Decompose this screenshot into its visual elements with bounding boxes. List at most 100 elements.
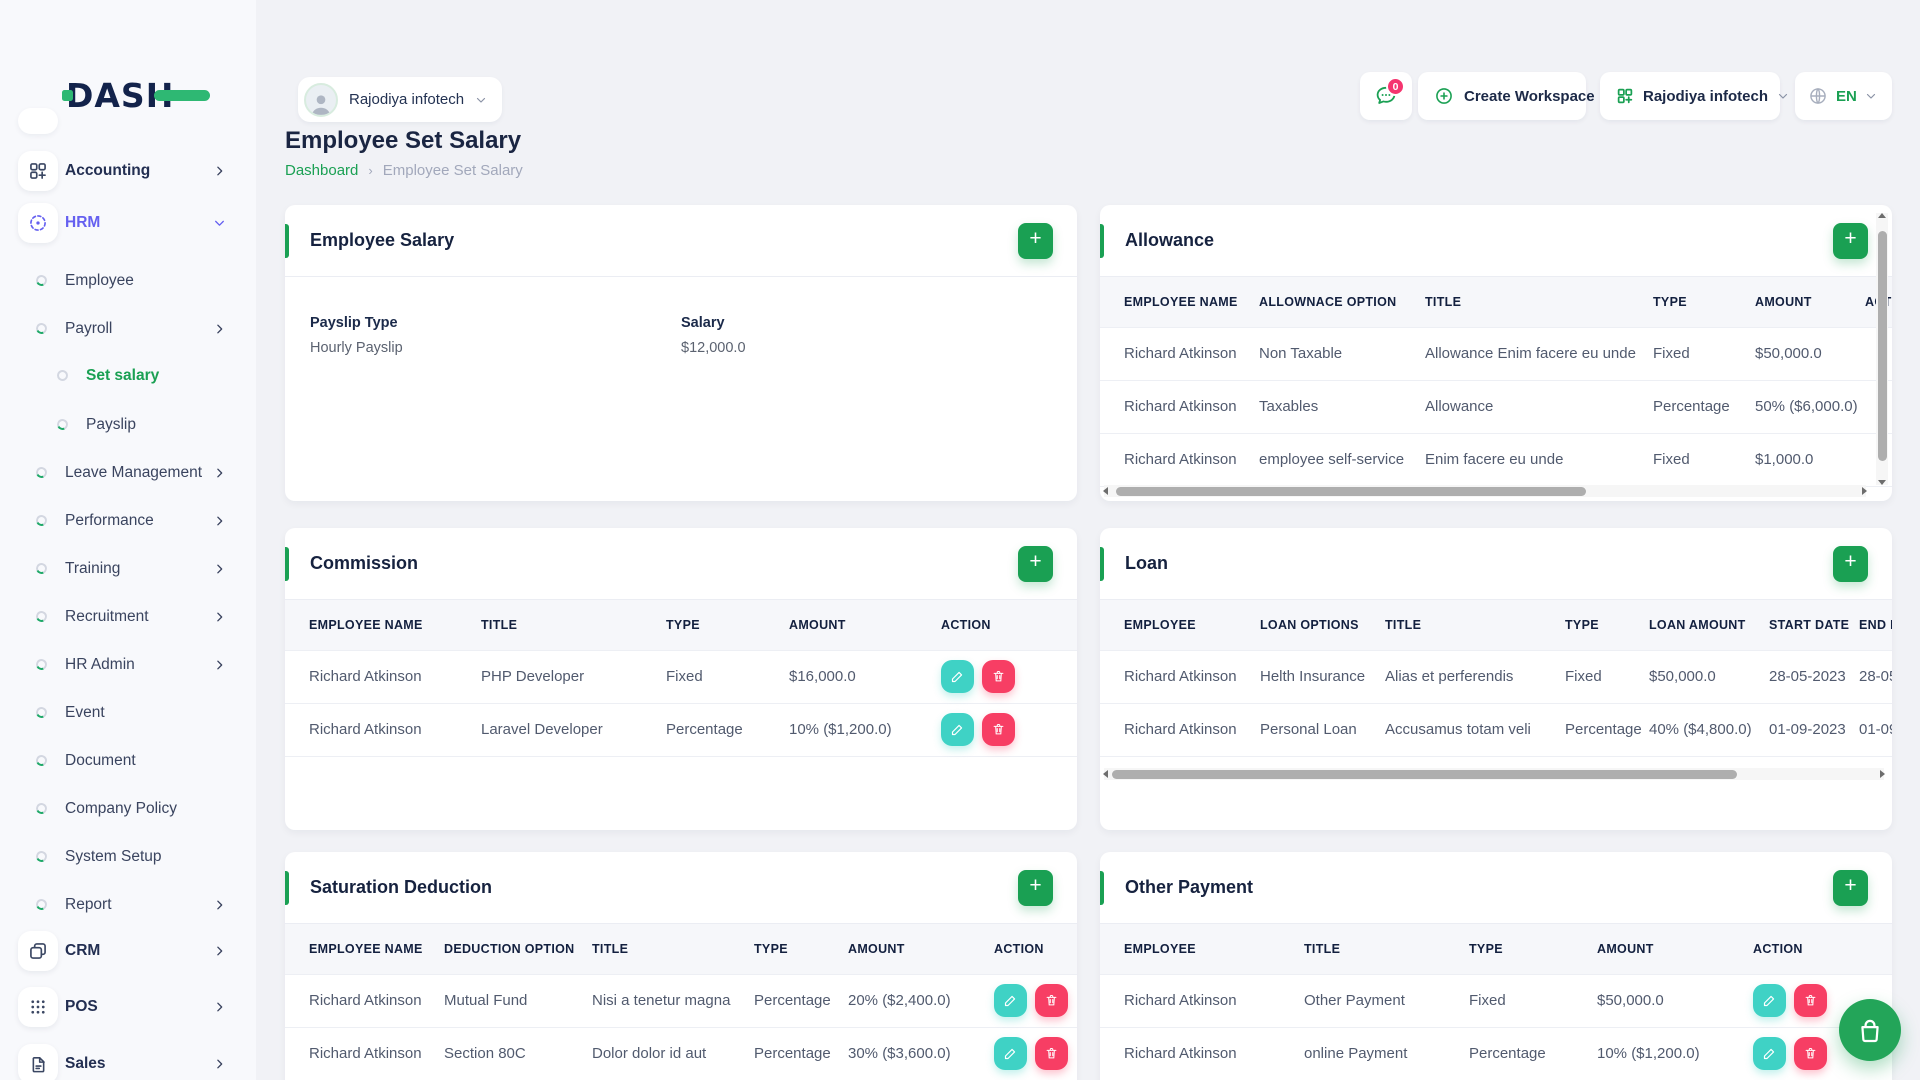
saturation-deduction-table: EMPLOYEE NAME DEDUCTION OPTION TITLE TYP… <box>285 924 1077 1080</box>
add-salary-button[interactable]: + <box>1018 223 1053 259</box>
table-row: Richard Atkinson Helth Insurance Alias e… <box>1100 650 1892 703</box>
sidebar-item-hr-admin[interactable]: HR Admin <box>0 641 256 689</box>
scroll-right-arrow[interactable] <box>1880 770 1885 778</box>
add-deduction-button[interactable]: + <box>1018 870 1053 906</box>
scroll-right-arrow[interactable] <box>1862 487 1867 495</box>
sidebar-item-event[interactable]: Event <box>0 689 256 737</box>
card-accent-bar <box>1100 547 1104 581</box>
column-header: AMOUNT <box>789 600 941 650</box>
delete-button[interactable] <box>982 660 1015 693</box>
add-loan-button[interactable]: + <box>1833 546 1868 582</box>
card-title: Employee Salary <box>310 230 454 251</box>
bullet-icon <box>34 801 48 815</box>
edit-button[interactable] <box>1753 1037 1786 1070</box>
edit-button[interactable] <box>1753 984 1786 1017</box>
sidebar-item-training[interactable]: Training <box>0 545 256 593</box>
column-header: TYPE <box>666 600 789 650</box>
column-header: ACTION <box>1753 924 1892 974</box>
card-accent-bar <box>1100 871 1104 905</box>
dash-logo[interactable]: DASH <box>62 76 210 115</box>
breadcrumb-dashboard-link[interactable]: Dashboard <box>285 162 358 179</box>
scrollbar-thumb[interactable] <box>1112 770 1737 779</box>
bullet-icon <box>55 368 69 382</box>
other-payment-card: Other Payment + EMPLOYEE TITLE TYPE AMOU… <box>1100 852 1892 1080</box>
column-header: TITLE <box>1385 600 1565 650</box>
delete-button[interactable] <box>1035 1037 1068 1070</box>
table-row: Richard Atkinson online Payment Percenta… <box>1100 1027 1892 1080</box>
delete-button[interactable] <box>982 713 1015 746</box>
company-user-chip[interactable]: Rajodiya infotech <box>298 77 502 122</box>
sidebar-item-leave-management[interactable]: Leave Management <box>0 449 256 497</box>
card-title: Allowance <box>1125 230 1214 251</box>
logo-accent-bar <box>154 90 210 101</box>
delete-button[interactable] <box>1794 1037 1827 1070</box>
bullet-icon <box>34 753 48 767</box>
sidebar-item-set-salary[interactable]: Set salary <box>0 352 256 400</box>
messenger-button[interactable]: 0 <box>1360 72 1412 120</box>
other-payment-table: EMPLOYEE TITLE TYPE AMOUNT ACTION Richar… <box>1100 924 1892 1080</box>
horizontal-scrollbar[interactable] <box>1104 768 1884 780</box>
scrollbar-thumb[interactable] <box>1878 231 1887 461</box>
edit-button[interactable] <box>941 713 974 746</box>
sidebar-item-system-setup[interactable]: System Setup <box>0 833 256 881</box>
delete-button[interactable] <box>1035 984 1068 1017</box>
sidebar-item-hrm[interactable]: HRM <box>0 199 256 247</box>
bullet-icon <box>34 897 48 911</box>
sidebar-item-recruitment[interactable]: Recruitment <box>0 593 256 641</box>
edit-button[interactable] <box>941 660 974 693</box>
workspace-selector[interactable]: Rajodiya infotech <box>1600 72 1780 120</box>
sidebar: DASH Accounting HRM Employee Payroll Set… <box>0 0 256 1080</box>
edit-button[interactable] <box>994 1037 1027 1070</box>
chevron-right-icon <box>213 467 226 480</box>
bullet-icon <box>34 273 48 287</box>
sidebar-item-sales[interactable]: Sales <box>0 1040 256 1080</box>
sidebar-item-pos[interactable]: POS <box>0 983 256 1031</box>
salary-field: Salary $12,000.0 <box>681 315 746 356</box>
sidebar-item-company-policy[interactable]: Company Policy <box>0 785 256 833</box>
column-header: AMOUNT <box>1755 277 1865 327</box>
scroll-up-arrow[interactable] <box>1878 213 1886 218</box>
card-accent-bar <box>285 224 289 258</box>
sidebar-item-performance[interactable]: Performance <box>0 497 256 545</box>
column-header: EMPLOYEE NAME <box>285 600 481 650</box>
chevron-right-icon <box>213 563 226 576</box>
pos-icon <box>18 987 58 1027</box>
card-accent-bar <box>285 871 289 905</box>
sidebar-item-crm[interactable]: CRM <box>0 927 256 975</box>
edit-button[interactable] <box>994 984 1027 1017</box>
add-other-payment-button[interactable]: + <box>1833 870 1868 906</box>
sidebar-item-payslip[interactable]: Payslip <box>0 401 256 449</box>
horizontal-scrollbar[interactable] <box>1104 485 1866 497</box>
scroll-left-arrow[interactable] <box>1103 770 1108 778</box>
column-header: TYPE <box>1565 600 1649 650</box>
scroll-left-arrow[interactable] <box>1103 487 1108 495</box>
column-header: ALLOWNACE OPTION <box>1259 277 1425 327</box>
bullet-icon <box>34 561 48 575</box>
chevron-down-icon <box>475 94 487 106</box>
add-commission-button[interactable]: + <box>1018 546 1053 582</box>
hrm-icon <box>18 203 58 243</box>
table-row: Richard Atkinson Personal Loan Accusamus… <box>1100 703 1892 756</box>
card-accent-bar <box>1100 224 1104 258</box>
card-title: Loan <box>1125 553 1168 574</box>
delete-button[interactable] <box>1794 984 1827 1017</box>
column-header: LOAN AMOUNT <box>1649 600 1769 650</box>
vertical-scrollbar[interactable] <box>1876 213 1888 485</box>
sidebar-item-employee[interactable]: Employee <box>0 257 256 305</box>
sidebar-item-accounting[interactable]: Accounting <box>0 147 256 195</box>
employee-salary-card: Employee Salary + Payslip Type Hourly Pa… <box>285 205 1077 501</box>
add-allowance-button[interactable]: + <box>1833 223 1868 259</box>
floating-shop-button[interactable] <box>1839 999 1901 1061</box>
create-workspace-button[interactable]: Create Workspace <box>1418 72 1586 120</box>
column-header: DEDUCTION OPTION <box>444 924 592 974</box>
sidebar-item-report[interactable]: Report <box>0 881 256 929</box>
sidebar-item-document[interactable]: Document <box>0 737 256 785</box>
language-selector[interactable]: EN <box>1795 72 1892 120</box>
chevron-right-icon <box>213 611 226 624</box>
scrollbar-thumb[interactable] <box>1116 487 1586 496</box>
scroll-down-arrow[interactable] <box>1878 480 1886 485</box>
sidebar-item-payroll[interactable]: Payroll <box>0 305 256 353</box>
notification-badge: 0 <box>1386 77 1405 96</box>
card-title: Other Payment <box>1125 877 1253 898</box>
chevron-right-icon <box>213 945 226 958</box>
